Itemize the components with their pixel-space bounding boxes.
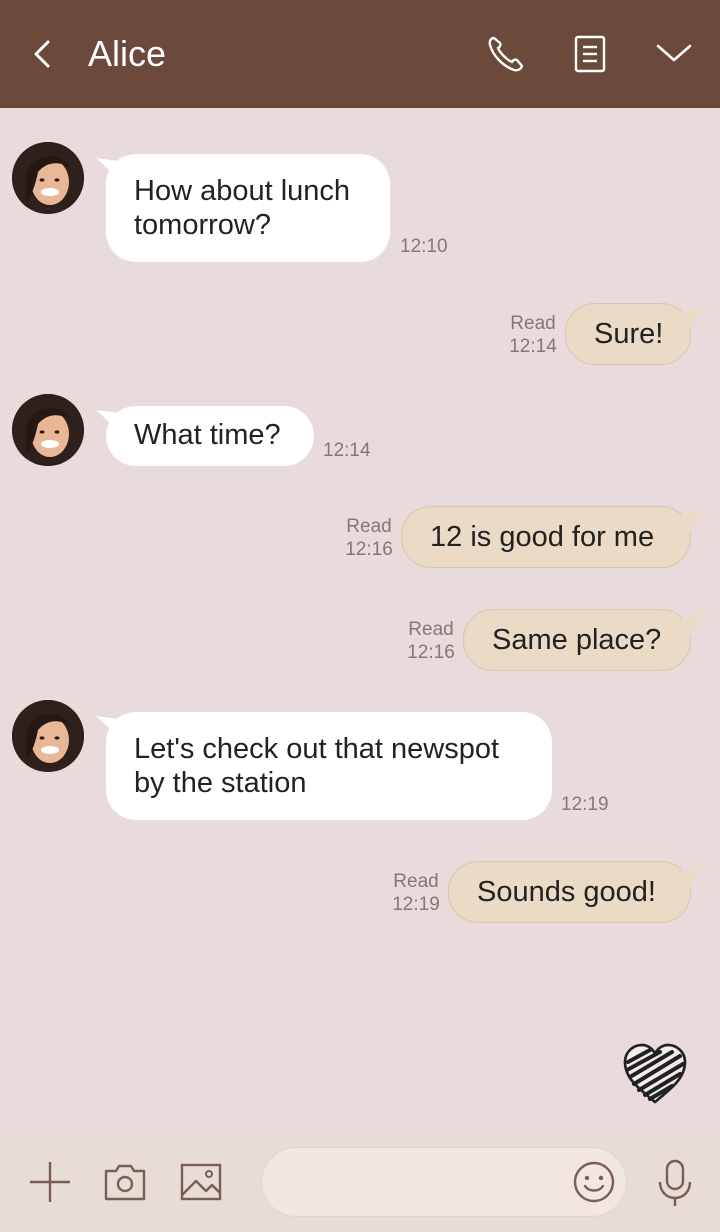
- read-receipt: Read: [346, 516, 392, 537]
- message-input[interactable]: [286, 1162, 580, 1204]
- image-icon[interactable]: [179, 1162, 223, 1202]
- outgoing-message-bubble[interactable]: Same place?: [463, 609, 691, 671]
- message-meta: Read 12:14: [506, 312, 560, 358]
- avatar[interactable]: [12, 700, 84, 772]
- plus-icon[interactable]: [28, 1160, 72, 1204]
- message-meta: Read 12:19: [389, 870, 443, 916]
- message-time: 12:10: [400, 236, 448, 257]
- avatar-portrait: [12, 142, 84, 214]
- message-meta: Read 12:16: [342, 515, 396, 561]
- message-input-field[interactable]: [261, 1147, 627, 1217]
- read-receipt: Read: [393, 871, 439, 892]
- heart-sticker-icon[interactable]: [620, 1040, 690, 1110]
- chevron-down-icon[interactable]: [652, 32, 696, 76]
- message-time: 12:19: [392, 894, 440, 915]
- notes-icon[interactable]: [568, 32, 612, 76]
- incoming-message-bubble[interactable]: How about lunch tomorrow?: [106, 154, 390, 262]
- avatar-portrait: [12, 700, 84, 772]
- message-meta: Read 12:16: [404, 618, 458, 664]
- incoming-message-bubble[interactable]: What time?: [106, 406, 314, 466]
- phone-icon[interactable]: [484, 32, 528, 76]
- bubble-tail: [676, 306, 704, 330]
- avatar[interactable]: [12, 394, 84, 466]
- emoji-icon[interactable]: [572, 1160, 616, 1204]
- message-time: 12:14: [323, 440, 371, 461]
- back-icon[interactable]: [28, 36, 56, 72]
- avatar-portrait: [12, 394, 84, 466]
- camera-icon[interactable]: [103, 1162, 147, 1202]
- message-time: 12:16: [345, 539, 393, 560]
- avatar[interactable]: [12, 142, 84, 214]
- outgoing-message-bubble[interactable]: Sounds good!: [448, 861, 691, 923]
- contact-name: Alice: [88, 33, 167, 74]
- message-time: 12:19: [561, 794, 609, 815]
- message-composer: [0, 1132, 720, 1232]
- read-receipt: Read: [510, 313, 556, 334]
- bubble-tail: [676, 509, 704, 533]
- read-receipt: Read: [408, 619, 454, 640]
- outgoing-message-bubble[interactable]: 12 is good for me: [401, 506, 691, 568]
- bubble-tail: [676, 612, 704, 636]
- incoming-message-bubble[interactable]: Let's check out that newspot by the stat…: [106, 712, 552, 820]
- microphone-icon[interactable]: [654, 1158, 696, 1208]
- message-list[interactable]: How about lunch tomorrow? 12:10 Read 12:…: [0, 108, 720, 1132]
- message-time: 12:14: [509, 336, 557, 357]
- message-time: 12:16: [407, 642, 455, 663]
- bubble-tail: [676, 864, 704, 888]
- outgoing-message-bubble[interactable]: Sure!: [565, 303, 691, 365]
- chat-header: Alice: [0, 0, 720, 108]
